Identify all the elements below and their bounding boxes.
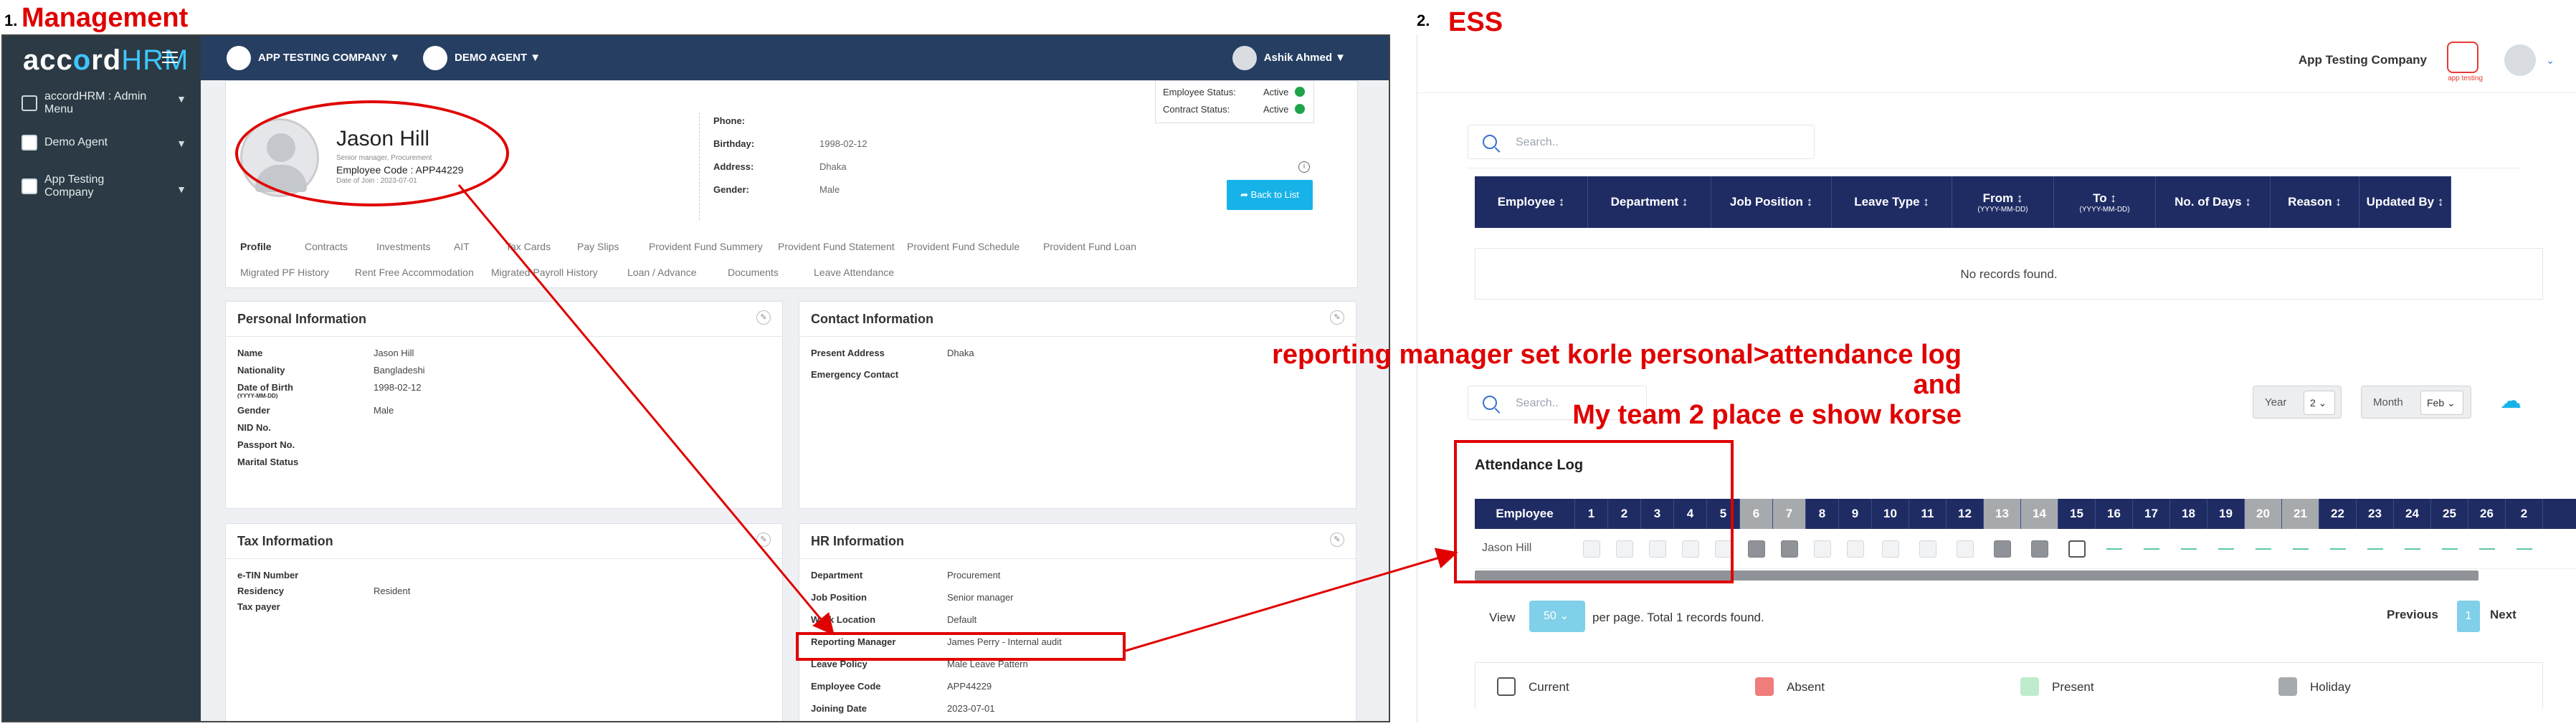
annotation-line-3: My team 2 place e show korse [1572,400,1962,430]
arrow-profile-to-reporting-manager [457,184,835,636]
annotation-line-1: reporting manager set korle personal>att… [1272,340,1962,370]
arrow-reporting-manager-to-attendance [1125,548,1458,652]
annotation-line-2: and [1913,370,1962,400]
